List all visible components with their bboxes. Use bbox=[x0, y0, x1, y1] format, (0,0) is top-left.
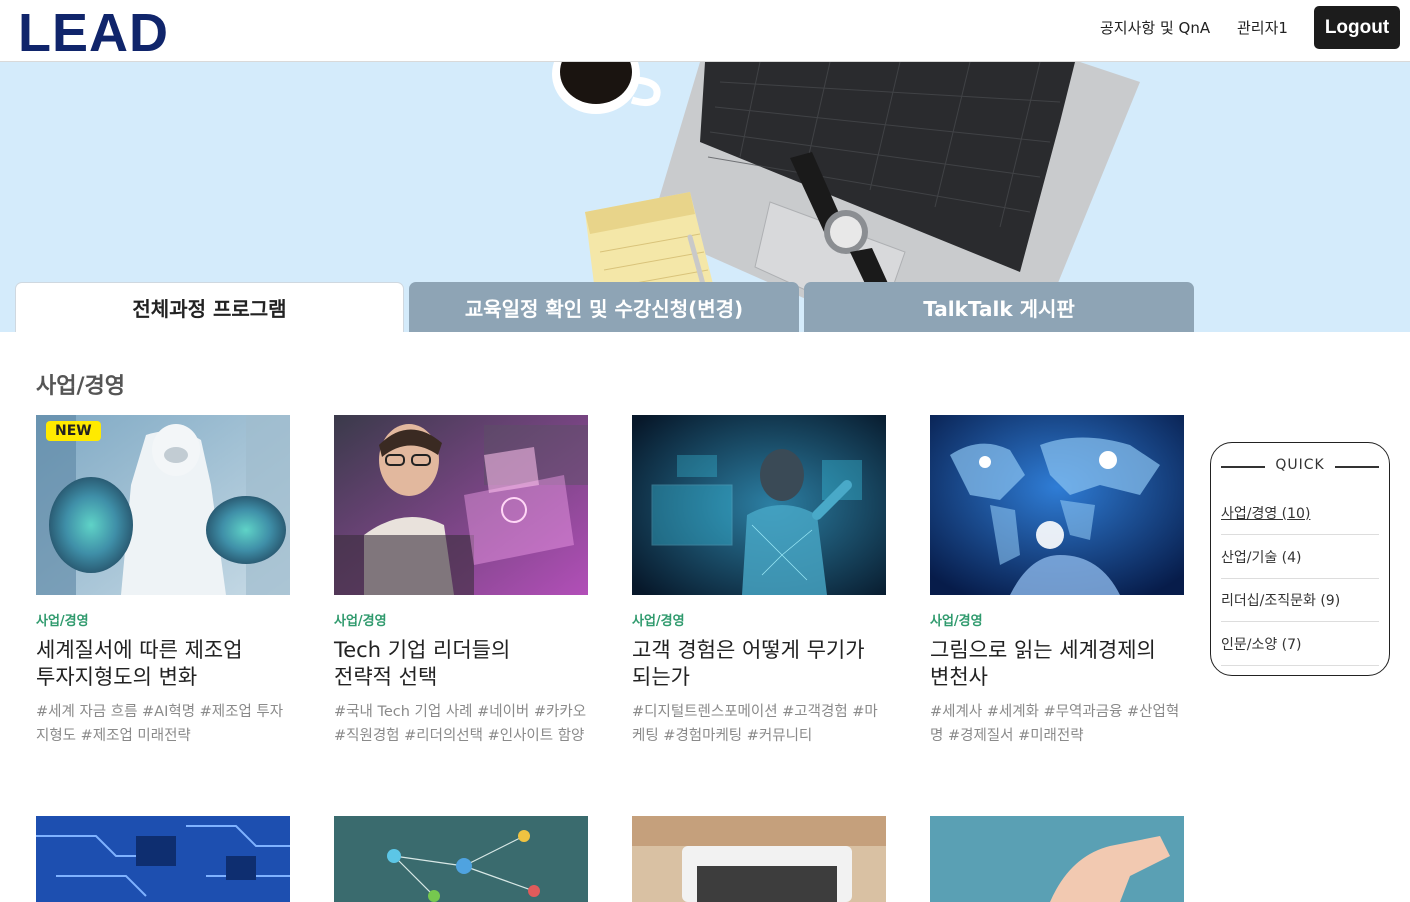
world-map-image bbox=[930, 415, 1184, 595]
course-title[interactable]: 세계질서에 따른 제조업 투자지형도의 변화 bbox=[36, 637, 290, 691]
quick-item-business[interactable]: 사업/경영 (10) bbox=[1221, 491, 1379, 535]
course-title[interactable]: 그림으로 읽는 세계경제의 변천사 bbox=[930, 637, 1184, 691]
tab-talktalk-board[interactable]: TalkTalk 게시판 bbox=[804, 282, 1194, 332]
notice-qna-link[interactable]: 공지사항 및 QnA bbox=[1100, 18, 1210, 38]
network-people-image bbox=[334, 816, 588, 902]
digital-experience-image bbox=[632, 415, 886, 595]
course-tags: #디지털트렌스포메이션 #고객경험 #마케팅 #경험마케팅 #커뮤니티 bbox=[632, 704, 878, 744]
course-thumbnail[interactable] bbox=[334, 415, 588, 595]
circuit-board-image bbox=[36, 816, 290, 902]
course-title-line: 그림으로 읽는 세계경제의 bbox=[930, 638, 1156, 662]
course-thumbnail[interactable] bbox=[930, 816, 1184, 902]
header: LEAD 공지사항 및 QnA 관리자1 Logout bbox=[0, 0, 1410, 62]
admin-user-link[interactable]: 관리자1 bbox=[1237, 18, 1288, 38]
course-title-line: 세계질서에 따른 제조업 bbox=[36, 638, 243, 662]
quick-item-industry-tech[interactable]: 산업/기술 (4) bbox=[1221, 535, 1379, 579]
quick-item-humanities[interactable]: 인문/소양 (7) bbox=[1221, 622, 1379, 666]
course-category: 사업/경영 bbox=[632, 614, 685, 629]
lead-logo[interactable]: LEAD bbox=[18, 4, 169, 62]
quick-item-leadership[interactable]: 리더십/조직문화 (9) bbox=[1221, 578, 1379, 622]
course-card[interactable] bbox=[36, 816, 290, 902]
course-category: 사업/경영 bbox=[36, 614, 89, 629]
course-card[interactable]: NEW 사업/경영 세계질서에 따른 제조업 투자지형도의 변화 #세계 자금 … bbox=[36, 415, 290, 748]
quick-title: QUICK bbox=[1275, 457, 1325, 473]
new-badge: NEW bbox=[46, 421, 101, 441]
tech-leader-image bbox=[334, 415, 588, 595]
course-thumbnail[interactable] bbox=[334, 816, 588, 902]
hand-touch-image bbox=[930, 816, 1184, 902]
quick-divider bbox=[1335, 466, 1379, 468]
course-category: 사업/경영 bbox=[930, 614, 983, 629]
course-card[interactable]: 사업/경영 고객 경험은 어떻게 무기가 되는가 #디지털트렌스포메이션 #고객… bbox=[632, 415, 886, 748]
tab-all-programs[interactable]: 전체과정 프로그램 bbox=[15, 282, 404, 332]
course-title[interactable]: Tech 기업 리더들의 전략적 선택 bbox=[334, 637, 588, 691]
course-card[interactable]: 사업/경영 그림으로 읽는 세계경제의 변천사 #세계사 #세계화 #무역과금융… bbox=[930, 415, 1184, 748]
course-tags: #세계 자금 흐름 #AI혁명 #제조업 투자지형도 #제조업 미래전략 bbox=[36, 704, 284, 744]
course-title-line: 투자지형도의 변화 bbox=[36, 665, 198, 689]
cleanroom-wafer-image bbox=[36, 415, 290, 595]
course-category: 사업/경영 bbox=[334, 614, 387, 629]
course-card[interactable] bbox=[334, 816, 588, 902]
course-tags: #국내 Tech 기업 사례 #네이버 #카카오 #직원경험 #리더의선택 #인… bbox=[334, 704, 587, 744]
hero-banner: 전체과정 프로그램 교육일정 확인 및 수강신청(변경) TalkTalk 게시… bbox=[0, 62, 1410, 332]
course-title-line: Tech 기업 리더들의 bbox=[334, 638, 511, 662]
course-thumbnail[interactable] bbox=[632, 415, 886, 595]
course-title-line: 변천사 bbox=[930, 665, 988, 689]
section-title: 사업/경영 bbox=[36, 374, 125, 399]
course-card[interactable] bbox=[632, 816, 886, 902]
logout-button[interactable]: Logout bbox=[1314, 6, 1400, 49]
course-card[interactable] bbox=[930, 816, 1184, 902]
course-card[interactable]: 사업/경영 Tech 기업 리더들의 전략적 선택 #국내 Tech 기업 사례… bbox=[334, 415, 588, 748]
quick-nav-panel: QUICK 사업/경영 (10) 산업/기술 (4) 리더십/조직문화 (9) … bbox=[1210, 442, 1390, 676]
course-title-line: 고객 경험은 어떻게 무기가 bbox=[632, 638, 865, 662]
course-thumbnail[interactable]: NEW bbox=[36, 415, 290, 595]
course-tags: #세계사 #세계화 #무역과금융 #산업혁명 #경제질서 #미래전략 bbox=[930, 704, 1180, 744]
course-title-line: 전략적 선택 bbox=[334, 665, 438, 689]
coffee-cup-icon bbox=[552, 62, 661, 114]
course-thumbnail[interactable] bbox=[930, 415, 1184, 595]
course-thumbnail[interactable] bbox=[36, 816, 290, 902]
program-tabs: 전체과정 프로그램 교육일정 확인 및 수강신청(변경) TalkTalk 게시… bbox=[0, 282, 1410, 332]
course-title-line: 되는가 bbox=[632, 665, 690, 689]
course-thumbnail[interactable] bbox=[632, 816, 886, 902]
tablet-reading-image bbox=[632, 816, 886, 902]
tab-schedule-registration[interactable]: 교육일정 확인 및 수강신청(변경) bbox=[409, 282, 799, 332]
course-title[interactable]: 고객 경험은 어떻게 무기가 되는가 bbox=[632, 637, 886, 691]
